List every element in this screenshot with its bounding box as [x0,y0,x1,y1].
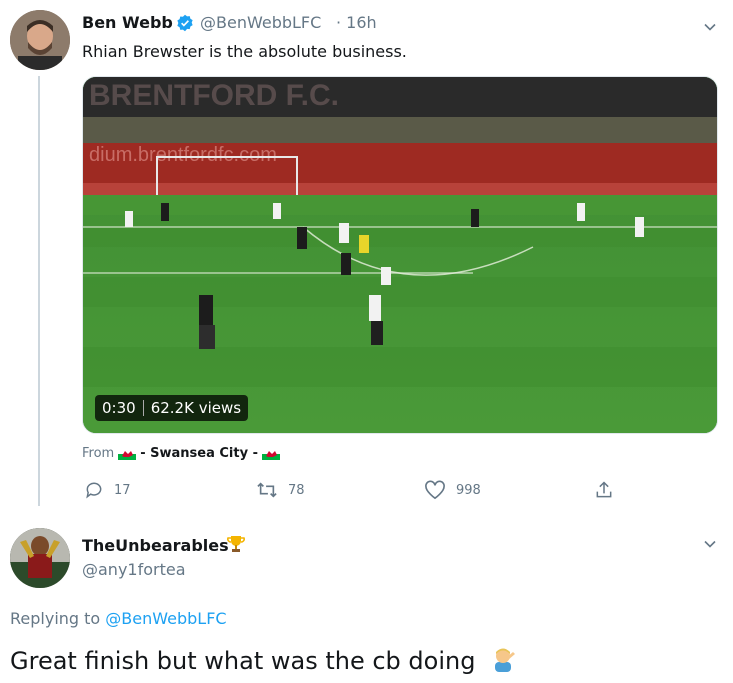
video-stats-badge: 0:30 62.2K views [95,395,249,421]
reply-tweet[interactable]: TheUnbearables @any1fortea Replying to @… [0,515,733,683]
verified-badge-icon [176,14,194,32]
wales-flag-icon [262,447,280,460]
person-facepalming-emoji-icon [489,645,517,673]
share-icon [596,481,612,498]
video-player[interactable]: BRENTFORD F.C. dium.brentfordfc.com 0:30… [82,76,718,434]
tweet-time[interactable]: · 16h [336,13,377,32]
retweet-button[interactable]: 78 [256,480,305,500]
video-source[interactable]: - Swansea City - [140,446,258,461]
retweet-icon [257,482,277,498]
chevron-down-icon[interactable] [703,19,717,33]
video-attribution: From - Swansea City - [82,446,280,461]
tweet-text: Rhian Brewster is the absolute business. [82,42,407,61]
reply-author-avatar[interactable] [10,528,70,588]
replying-label: Replying to [10,609,101,628]
replying-handle-link[interactable]: @BenWebbLFC [105,609,226,628]
reply-button[interactable]: 17 [84,480,131,500]
from-label: From [82,446,115,461]
like-button[interactable]: 998 [424,480,481,500]
like-count: 998 [456,482,481,498]
chevron-down-icon[interactable] [703,536,717,550]
tweet[interactable]: Ben Webb @BenWebbLFC · 16h Rhian Brewste… [0,0,733,515]
reply-count: 17 [114,482,131,498]
trophy-icon [226,534,246,554]
replying-to: Replying to @BenWebbLFC [10,609,227,628]
reply-icon [86,482,102,499]
reply-author-name[interactable]: TheUnbearables [82,536,229,555]
share-button[interactable] [594,480,614,500]
svg-text:dium.brentfordfc.com: dium.brentfordfc.com [89,144,277,166]
author-name[interactable]: Ben Webb [82,13,173,32]
heart-icon [425,480,445,500]
author-avatar[interactable] [10,10,70,70]
reply-text-content: Great finish but what was the cb doing [10,647,476,675]
reply-author-handle[interactable]: @any1fortea [82,560,186,579]
thread-line [38,76,40,506]
wales-flag-icon [118,447,137,460]
video-duration: 0:30 [102,399,136,417]
svg-text:BRENTFORD F.C.: BRENTFORD F.C. [89,79,339,112]
retweet-count: 78 [288,482,305,498]
reply-text: Great finish but what was the cb doing [10,645,517,675]
video-views: 62.2K views [150,399,242,417]
author-handle[interactable]: @BenWebbLFC [200,13,321,32]
video-frame: BRENTFORD F.C. dium.brentfordfc.com [83,77,717,433]
